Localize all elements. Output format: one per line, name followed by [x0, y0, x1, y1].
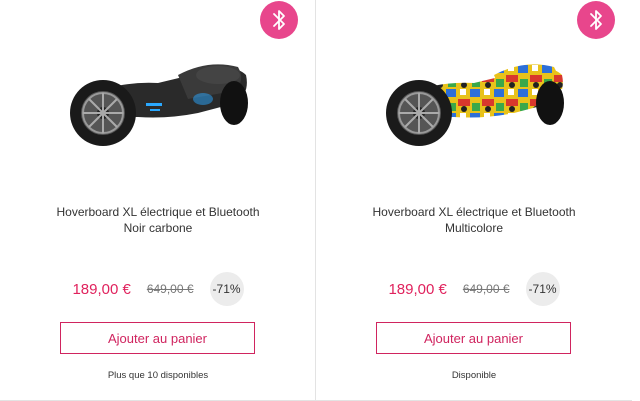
add-to-cart-button[interactable]: Ajouter au panier: [376, 322, 571, 354]
discount-badge: -71%: [209, 272, 244, 306]
old-price: 649,00 €: [146, 282, 194, 296]
product-image[interactable]: [316, 26, 632, 166]
add-to-cart-button[interactable]: Ajouter au panier: [60, 322, 255, 354]
product-title[interactable]: Hoverboard XL électrique et Bluetooth No…: [20, 204, 296, 236]
price-row: 189,00 € 649,00 € -71%: [0, 272, 316, 306]
availability-text: Disponible: [451, 370, 497, 381]
hoverboard-image[interactable]: [58, 41, 258, 151]
price-row: 189,00 € 649,00 € -71%: [316, 272, 632, 306]
product-image[interactable]: [0, 26, 316, 166]
current-price: 189,00 €: [388, 280, 447, 298]
product-title-line1[interactable]: Hoverboard XL électrique et Bluetooth: [336, 204, 612, 220]
current-price: 189,00 €: [72, 280, 131, 298]
product-title-line1[interactable]: Hoverboard XL électrique et Bluetooth: [20, 204, 296, 220]
product-title-line2[interactable]: Noir carbone: [20, 220, 296, 236]
product-card: Hoverboard XL électrique et Bluetooth Mu…: [316, 0, 632, 401]
discount-badge: -71%: [525, 272, 560, 306]
hoverboard-image[interactable]: [374, 41, 574, 151]
product-title[interactable]: Hoverboard XL électrique et Bluetooth Mu…: [336, 204, 612, 236]
product-card: Hoverboard XL électrique et Bluetooth No…: [0, 0, 316, 401]
old-price: 649,00 €: [462, 282, 510, 296]
product-grid: Hoverboard XL électrique et Bluetooth No…: [0, 0, 640, 401]
availability-text: Plus que 10 disponibles: [107, 370, 209, 381]
product-title-line2[interactable]: Multicolore: [336, 220, 612, 236]
